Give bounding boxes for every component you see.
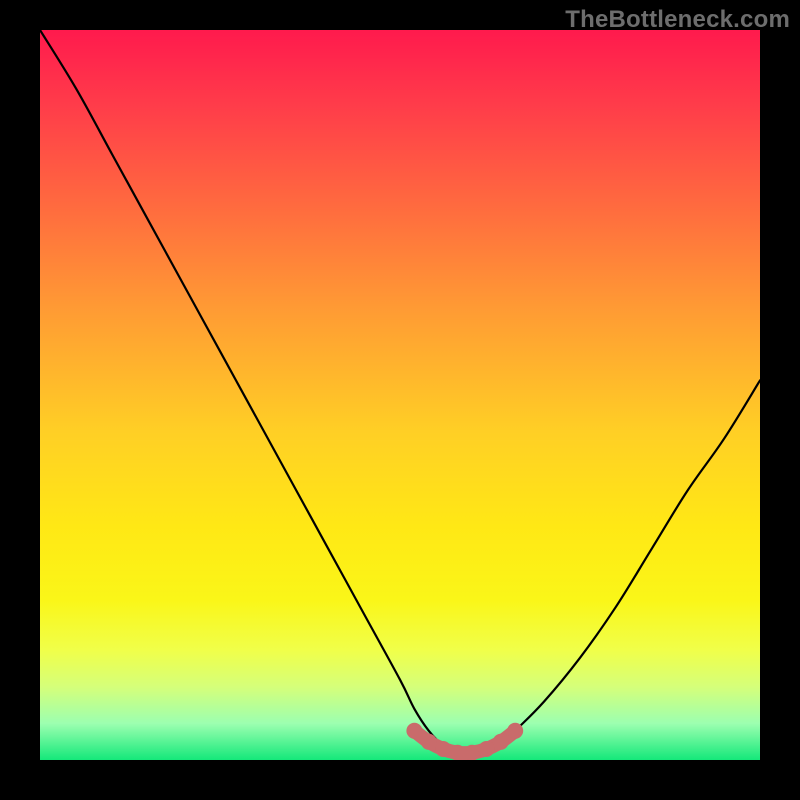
plot-area (40, 30, 760, 760)
bottleneck-valley-dots (406, 723, 523, 760)
chart-frame: TheBottleneck.com (0, 0, 800, 800)
bottleneck-curve (40, 30, 760, 753)
valley-dot (435, 741, 451, 757)
valley-dot (493, 734, 509, 750)
valley-dot (406, 723, 422, 739)
watermark-text: TheBottleneck.com (565, 6, 790, 34)
valley-dot (450, 745, 466, 760)
valley-dot (421, 734, 437, 750)
chart-svg (40, 30, 760, 760)
valley-dot (464, 745, 480, 760)
valley-dot (478, 741, 494, 757)
valley-dot (507, 723, 523, 739)
